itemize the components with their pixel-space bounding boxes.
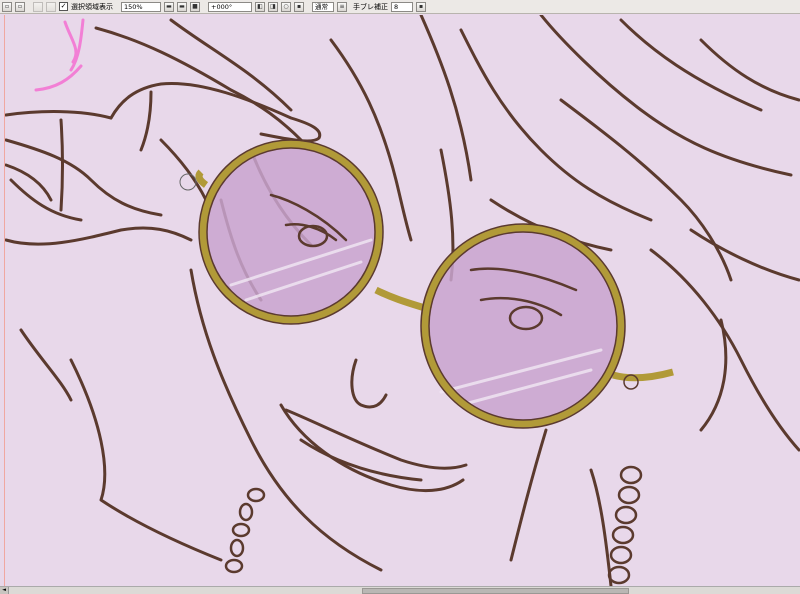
redo-button[interactable] bbox=[46, 1, 56, 12]
zoom-field[interactable]: 150% bbox=[121, 1, 161, 12]
folder-icon: ▫ bbox=[17, 2, 23, 10]
zoom-out-button[interactable]: ▬ bbox=[164, 1, 174, 12]
show-selection-label: 選択領域表示 bbox=[71, 2, 113, 11]
blend-mode-select[interactable]: 通常 bbox=[312, 1, 334, 12]
drawing-canvas[interactable] bbox=[4, 15, 800, 586]
fit-window-icon: ■ bbox=[192, 2, 198, 10]
stabilizer-dropdown-button[interactable]: ▪ bbox=[416, 1, 426, 12]
flip-button[interactable]: ▪ bbox=[294, 1, 304, 12]
undo-button[interactable] bbox=[33, 1, 43, 12]
show-selection-checkbox[interactable]: ✓ bbox=[59, 2, 68, 11]
rotate-left-icon: ◧ bbox=[257, 2, 263, 10]
fit-window-button[interactable]: ■ bbox=[190, 1, 200, 12]
zoom-out-icon: ▬ bbox=[166, 2, 172, 10]
illustration bbox=[5, 15, 800, 586]
page-icon: ▫ bbox=[4, 2, 10, 10]
flip-icon: ▪ bbox=[296, 2, 302, 10]
blend-mode-dropdown-button[interactable]: ≡ bbox=[337, 1, 347, 12]
rotation-field[interactable]: +000° bbox=[208, 1, 252, 12]
rotate-left-button[interactable]: ◧ bbox=[255, 1, 265, 12]
reset-rotation-button[interactable]: ○ bbox=[281, 1, 291, 12]
new-page-button[interactable]: ▫ bbox=[2, 1, 12, 12]
reset-rotation-icon: ○ bbox=[283, 2, 289, 10]
rotate-right-button[interactable]: ◨ bbox=[268, 1, 278, 12]
open-button[interactable]: ▫ bbox=[15, 1, 25, 12]
zoom-in-button[interactable]: ▬ bbox=[177, 1, 187, 12]
rotate-right-icon: ◨ bbox=[270, 2, 276, 10]
canvas-toolbar: ▫ ▫ ✓ 選択領域表示 150% ▬ ▬ ■ +000° ◧ ◨ ○ ▪ 通常… bbox=[0, 0, 800, 14]
stabilizer-field[interactable]: 8 bbox=[391, 1, 413, 12]
horizontal-scrollbar[interactable]: ◄ bbox=[0, 586, 800, 594]
stabilizer-label: 手ブレ補正 bbox=[353, 2, 388, 11]
scroll-thumb[interactable] bbox=[362, 588, 629, 594]
dropdown-icon: ▪ bbox=[418, 2, 424, 10]
zoom-in-icon: ▬ bbox=[179, 2, 185, 10]
scroll-left-button[interactable]: ◄ bbox=[0, 587, 9, 594]
dropdown-icon: ≡ bbox=[339, 2, 345, 10]
